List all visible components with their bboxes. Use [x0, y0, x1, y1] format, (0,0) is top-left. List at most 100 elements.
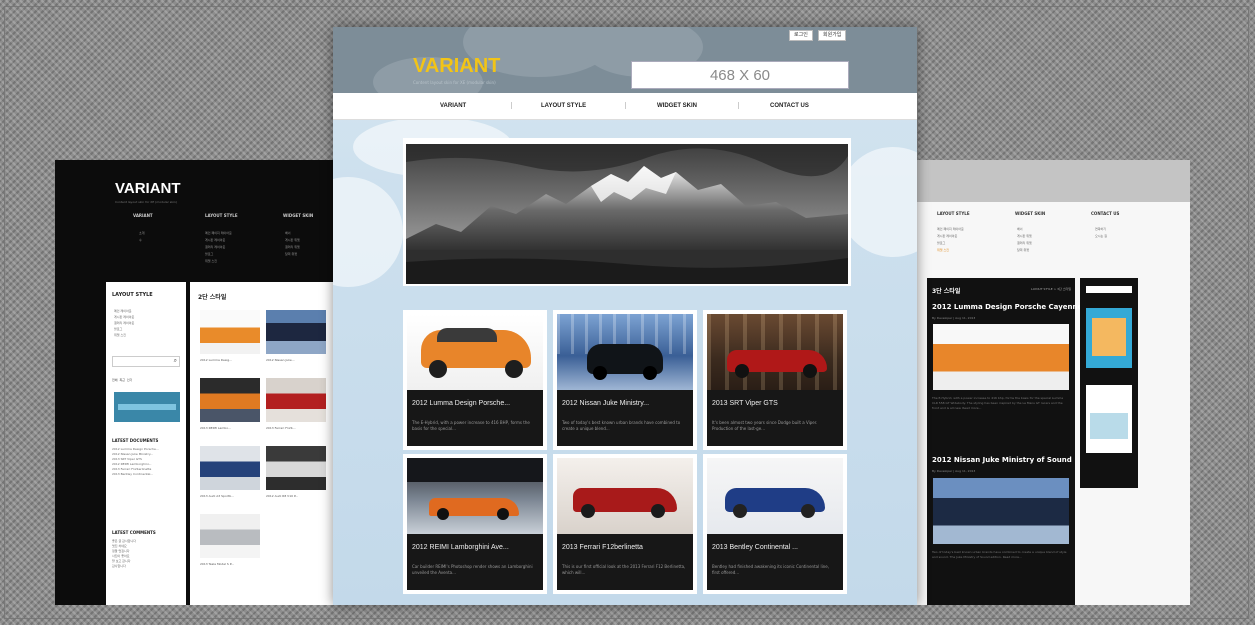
signup-button[interactable]: 회원가입	[818, 30, 847, 41]
left-subnav-item[interactable]: 게시판 레이아웃	[205, 237, 232, 244]
thumb-caption[interactable]: 2013 REIMI Lambo...	[200, 426, 231, 430]
gallery-thumb[interactable]	[266, 446, 326, 490]
card-caption: 2012 REIMI Lamborghini Ave... Car builde…	[407, 534, 543, 590]
car-image[interactable]	[557, 314, 693, 390]
right-subnav-col-2: 배너 게시판 위젯 갤러리 위젯 달력 위젯	[1017, 226, 1032, 254]
left-subnav-item[interactable]: 갤러리 위젯	[285, 244, 300, 251]
card-title[interactable]: 2013 Ferrari F12berlinetta	[562, 544, 643, 551]
left-search-input[interactable]: ⌕	[112, 356, 180, 367]
right-subnav-item[interactable]: 연락하기	[1095, 226, 1107, 233]
post-title[interactable]: 2012 Nissan Juke Ministry of Sound	[932, 456, 1072, 464]
card-title[interactable]: 2012 REIMI Lamborghini Ave...	[412, 544, 509, 551]
car-card[interactable]: 2012 Nissan Juke Ministry... Two of toda…	[553, 310, 697, 450]
image-slider[interactable]: ‹ ›	[403, 138, 851, 286]
post-title[interactable]: 2012 Lumma Design Porsche Cayenne	[932, 303, 1082, 311]
nav-separator	[625, 102, 626, 109]
left-subnav-item[interactable]: 메인 페이지 레이아웃	[205, 230, 232, 237]
card-description: The E-Hybrid, with a power increase to 4…	[412, 420, 530, 431]
right-subnav-item[interactable]: 달력 위젯	[1017, 247, 1032, 254]
car-image[interactable]	[707, 458, 843, 534]
post-meta: By Developer | Aug 11, 2013	[932, 316, 976, 320]
nav-widget-skin[interactable]: WIDGET SKIN	[657, 93, 697, 119]
search-icon[interactable]: ⌕	[174, 357, 177, 365]
left-subnav-item[interactable]: 달력 위젯	[285, 251, 300, 258]
car-image[interactable]	[557, 458, 693, 534]
tab-popular[interactable]: 인기	[127, 378, 133, 382]
card-title[interactable]: 2013 SRT Viper GTS	[712, 400, 778, 407]
latest-documents-heading: LATEST DOCUMENTS	[112, 438, 159, 443]
car-card[interactable]: 2013 Ferrari F12berlinetta This is our f…	[553, 454, 697, 594]
list-item[interactable]: 2013 Bentley Continental...	[112, 472, 180, 477]
left-subnav-item[interactable]: 게시판 위젯	[285, 237, 300, 244]
post-image[interactable]	[933, 324, 1069, 390]
left-subnav-item[interactable]: 소개	[139, 230, 145, 237]
latest-comments-list: 좋은 글 감사합니다 멋진 차네요 정말 멋집니다 사진이 좋아요 잘 보고 갑…	[112, 539, 180, 569]
car-image[interactable]	[707, 314, 843, 390]
car-image[interactable]	[407, 314, 543, 390]
thumb-caption[interactable]: 2013 Tesla Model S P...	[200, 562, 234, 566]
gallery-thumb[interactable]	[200, 378, 260, 422]
right-subnav-item[interactable]: 오시는 길	[1095, 233, 1107, 240]
card-caption: 2013 Ferrari F12berlinetta This is our f…	[557, 534, 693, 590]
nav-layout-style[interactable]: LAYOUT STYLE	[541, 93, 586, 119]
card-title[interactable]: 2012 Lumma Design Porsche...	[412, 400, 510, 407]
left-nav-layout-style[interactable]: LAYOUT STYLE	[205, 213, 238, 218]
gallery-thumb[interactable]	[266, 310, 326, 354]
left-subnav-item[interactable]: 블로그	[205, 251, 232, 258]
thumb-caption[interactable]: 2012 Audi R8 V10 P...	[266, 494, 298, 498]
left-nav-widget-skin[interactable]: WIDGET SKIN	[283, 213, 313, 218]
breadcrumb: LAYOUT STYLE > 3단 스타일	[1030, 287, 1071, 291]
right-subnav-item[interactable]: 게시판 위젯	[1017, 233, 1032, 240]
left-preview-screenshot: VARIANT Content layout skin for XE (modu…	[55, 160, 380, 605]
card-title[interactable]: 2012 Nissan Juke Ministry...	[562, 400, 649, 407]
left-subnav-item[interactable]: 갤러리 레이아웃	[205, 244, 232, 251]
tab-recent[interactable]: 최근	[119, 378, 125, 382]
latest-documents-list: 2012 Lumma Design Porsche... 2012 Nissan…	[112, 447, 180, 477]
gallery-thumb[interactable]	[266, 378, 326, 422]
center-logo[interactable]: VARIANT	[413, 55, 500, 78]
left-widget-banner[interactable]	[114, 392, 180, 422]
card-caption: 2013 Bentley Continental ... Bentley had…	[707, 534, 843, 590]
right-sidebar-widget[interactable]	[1086, 385, 1132, 453]
card-caption: 2012 Lumma Design Porsche... The E-Hybri…	[407, 390, 543, 446]
right-subnav-item[interactable]: 배너	[1017, 226, 1032, 233]
left-nav-variant[interactable]: VARIANT	[133, 213, 153, 218]
car-card[interactable]: 2013 Bentley Continental ... Bentley had…	[703, 454, 847, 594]
thumb-caption[interactable]: 2013 Ferrari F12b...	[266, 426, 296, 430]
right-subnav-item[interactable]: 갤러리 위젯	[1017, 240, 1032, 247]
card-title[interactable]: 2013 Bentley Continental ...	[712, 544, 798, 551]
right-nav-widget-skin[interactable]: WIDGET SKIN	[1015, 211, 1045, 216]
right-sidebar-ad[interactable]	[1086, 308, 1132, 368]
car-card[interactable]: 2013 SRT Viper GTS It's been almost two …	[703, 310, 847, 450]
login-button[interactable]: 로그인	[789, 30, 813, 41]
thumb-caption[interactable]: 2012 Lumma Desig...	[200, 358, 232, 362]
gallery-thumb[interactable]	[200, 446, 260, 490]
list-item[interactable]: 감사합니다	[112, 564, 180, 569]
post-excerpt: Two of today's best known urban brands h…	[932, 550, 1067, 559]
right-sidebar	[1080, 278, 1138, 488]
left-subnav-item[interactable]: 위젯 스킨	[205, 258, 232, 265]
car-image[interactable]	[407, 458, 543, 534]
post-excerpt: The E-Hybrid, with a power increase to 4…	[932, 396, 1064, 410]
right-subnav-item[interactable]: 위젯 스킨	[937, 247, 964, 254]
thumb-caption[interactable]: 2013 Audi A3 Sportb...	[200, 494, 234, 498]
gallery-thumb[interactable]	[200, 514, 260, 558]
right-nav-layout-style[interactable]: LAYOUT STYLE	[937, 211, 970, 216]
right-subnav-item[interactable]: 메인 페이지 레이아웃	[937, 226, 964, 233]
right-subnav-item[interactable]: 게시판 레이아웃	[937, 233, 964, 240]
right-search-input[interactable]	[1086, 286, 1132, 293]
left-sidebar-item[interactable]: 위젯 스킨	[114, 332, 134, 338]
post-image[interactable]	[933, 478, 1069, 544]
left-subnav-item[interactable]: 배너	[285, 230, 300, 237]
right-nav-contact-us[interactable]: CONTACT US	[1091, 211, 1119, 216]
left-subnav-item[interactable]: 수	[139, 237, 145, 244]
nav-variant[interactable]: VARIANT	[440, 93, 466, 119]
left-main-heading: 2단 스타일	[198, 294, 227, 301]
gallery-thumb[interactable]	[200, 310, 260, 354]
thumb-caption[interactable]: 2012 Nissan Juke...	[266, 358, 295, 362]
tab-all[interactable]: 전체	[112, 378, 118, 382]
car-card[interactable]: 2012 REIMI Lamborghini Ave... Car builde…	[403, 454, 547, 594]
nav-contact-us[interactable]: CONTACT US	[770, 93, 809, 119]
car-card[interactable]: 2012 Lumma Design Porsche... The E-Hybri…	[403, 310, 547, 450]
right-subnav-item[interactable]: 블로그	[937, 240, 964, 247]
